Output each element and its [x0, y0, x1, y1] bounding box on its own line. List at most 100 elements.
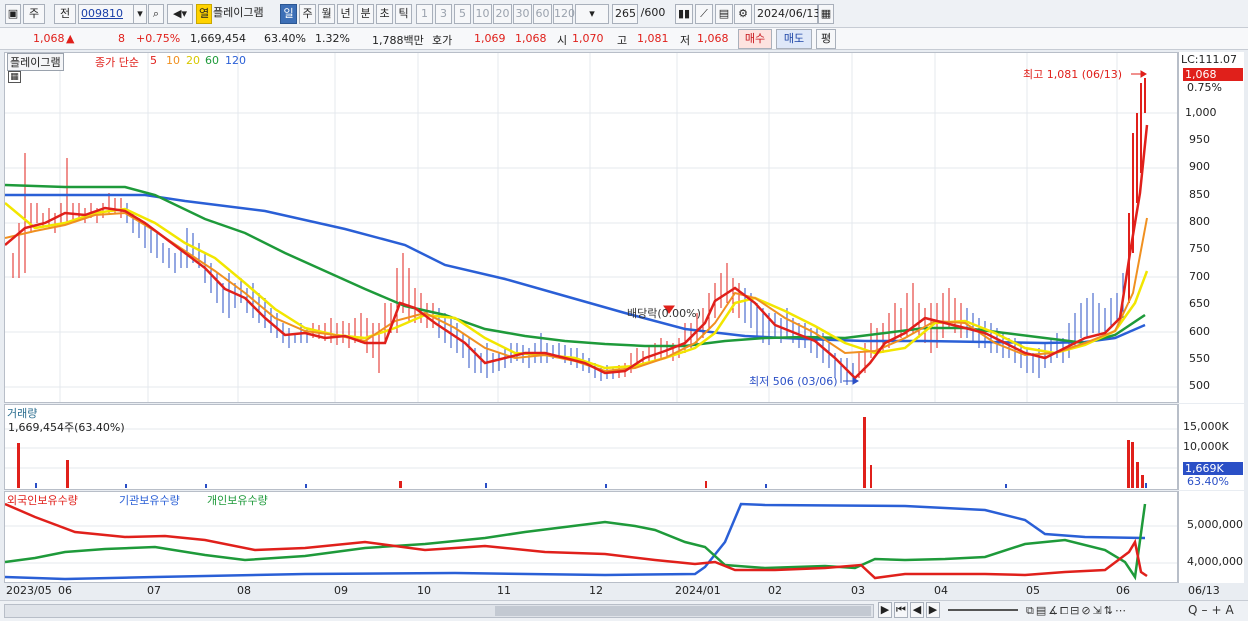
play-icon[interactable]: ▶ — [878, 602, 892, 618]
prev-icon[interactable]: ◀ — [910, 602, 924, 618]
chevron-down-icon[interactable]: ▾ — [133, 4, 147, 24]
next-icon[interactable]: ▶ — [926, 602, 940, 618]
ytick: 15,000K — [1183, 420, 1229, 433]
volume-value: 1,669,454주(63.40%) — [8, 421, 125, 434]
toolbar: ▣ 주 전 009810 ▾ ⌕ ◀▾ 열 플레이그램 일 주 월 년 분 초 … — [0, 0, 1248, 28]
ytick: 10,000K — [1183, 440, 1229, 453]
ma120-label: 120 — [225, 54, 246, 67]
first-icon[interactable]: ⏮ — [894, 602, 908, 618]
hoga-label: 호가 — [432, 34, 453, 47]
tool-icons[interactable]: ⧉▤∡⧠⊟⊘⇲⇅⋯ — [1026, 604, 1128, 618]
hoga-ask: 1,069 — [474, 32, 506, 45]
xlabel-right: 06/13 — [1188, 584, 1220, 597]
ma60-label: 60 — [205, 54, 219, 67]
stock-tag: 플레이그램 — [7, 53, 64, 71]
bottom-bar: ▶ ⏮ ◀ ▶ ⧉▤∡⧠⊟⊘⇲⇅⋯ Q–+A — [0, 600, 1248, 621]
interval-60[interactable]: 60 — [533, 4, 552, 24]
low-note: 최저 506 (03/06) — [749, 375, 838, 388]
ytick: 1,000 — [1185, 106, 1217, 119]
count-input[interactable]: 265 — [612, 4, 638, 24]
price-axis: LC:111.07 1,068 0.75% 1,000 950 900 850 … — [1178, 52, 1244, 403]
ma20-label: 20 — [186, 54, 200, 67]
tab-second[interactable]: 초 — [376, 4, 393, 24]
low-price: 1,068 — [697, 32, 729, 45]
hoga-bid: 1,068 — [515, 32, 547, 45]
ma-legend-prefix: 종가 단순 — [95, 56, 139, 69]
current-price: 1,068 — [33, 32, 65, 45]
table-icon[interactable]: ▦ — [8, 71, 21, 83]
ytick: 5,000,000 — [1187, 518, 1243, 531]
tab-tick[interactable]: 틱 — [395, 4, 412, 24]
ytick: 900 — [1189, 160, 1210, 173]
xlabel: 04 — [934, 584, 948, 597]
code-input[interactable]: 009810 — [78, 4, 136, 24]
dividend-note: 배당락(0.00%) — [627, 307, 701, 320]
open-button[interactable]: 열 — [196, 4, 212, 24]
candle-icon[interactable]: ▮▮ — [675, 4, 693, 24]
volume-svg — [5, 417, 1177, 488]
zoom-controls[interactable]: Q–+A — [1188, 603, 1238, 617]
speaker-icon[interactable]: ◀▾ — [167, 4, 193, 24]
last-price-tag: 1,068 — [1183, 68, 1243, 81]
tab-day[interactable]: 일 — [280, 4, 297, 24]
xlabel: 2023/05 — [6, 584, 52, 597]
volume-percent: 63.40% — [264, 32, 306, 45]
volume-last-tag: 1,669K — [1183, 462, 1243, 475]
pct-tag: 0.75% — [1187, 81, 1222, 94]
tab-minute[interactable]: 분 — [357, 4, 374, 24]
price-chart-svg — [5, 53, 1177, 402]
trade-amount: 1,788백만 — [372, 34, 424, 47]
xlabel: 10 — [417, 584, 431, 597]
horizontal-scrollbar[interactable] — [4, 604, 874, 618]
interval-10[interactable]: 10 — [473, 4, 492, 24]
interval-30[interactable]: 30 — [513, 4, 532, 24]
tab-month[interactable]: 월 — [318, 4, 335, 24]
ytick: 650 — [1189, 297, 1210, 310]
xlabel: 06 — [1116, 584, 1130, 597]
zoom-slider[interactable] — [948, 609, 1018, 611]
ytick: 550 — [1189, 352, 1210, 365]
ytick: 500 — [1189, 379, 1210, 392]
turnover-rate: 1.32% — [315, 32, 350, 45]
interval-1[interactable]: 1 — [416, 4, 433, 24]
flat-button[interactable]: 평 — [816, 29, 836, 49]
up-arrow-icon: ▲ — [66, 32, 75, 45]
interval-3[interactable]: 3 — [435, 4, 452, 24]
holdings-panel[interactable]: 외국인보유수량 기관보유수량 개인보유수량 — [4, 491, 1178, 583]
date-input[interactable]: 2024/06/13 — [754, 4, 820, 24]
open-label: 시 — [557, 34, 568, 47]
high-price: 1,081 — [637, 32, 669, 45]
stock-name: 플레이그램 — [213, 6, 264, 19]
quote-bar: 1,068 ▲ 8 +0.75% 1,669,454 63.40% 1.32% … — [0, 28, 1248, 50]
change-percent: +0.75% — [136, 32, 181, 45]
holdings-svg — [5, 502, 1177, 581]
xlabel: 08 — [237, 584, 251, 597]
sell-button[interactable]: 매도 — [776, 29, 812, 49]
tab-week[interactable]: 주 — [299, 4, 316, 24]
save-icon[interactable]: ▤ — [715, 4, 733, 24]
xlabel: 09 — [334, 584, 348, 597]
open-price: 1,070 — [572, 32, 604, 45]
interval-20[interactable]: 20 — [493, 4, 512, 24]
buy-button[interactable]: 매수 — [738, 29, 772, 49]
tab-year[interactable]: 년 — [337, 4, 354, 24]
volume-axis: 15,000K 10,000K 1,669K 63.40% — [1178, 404, 1244, 490]
interval-120[interactable]: 120 — [553, 4, 575, 24]
scroll-thumb[interactable] — [495, 606, 871, 616]
interval-5[interactable]: 5 — [454, 4, 471, 24]
legend-institution: 기관보유수량 — [119, 494, 180, 507]
layout-icon[interactable]: ▣ — [5, 4, 21, 24]
ytick: 700 — [1189, 270, 1210, 283]
price-chart-panel[interactable]: 플레이그램 종가 단순 5 10 20 60 120 ▦ 최고 1,081 (0… — [4, 52, 1178, 403]
mode-select[interactable]: 주 — [23, 4, 45, 24]
line-icon[interactable]: ⟋ — [695, 4, 713, 24]
low-label: 저 — [680, 34, 691, 47]
gear-icon[interactable]: ⚙ — [734, 4, 752, 24]
ytick: 800 — [1189, 215, 1210, 228]
search-icon[interactable]: ⌕ — [148, 4, 164, 24]
calendar-icon[interactable]: ▦ — [818, 4, 834, 24]
custom-interval-select[interactable]: ▾ — [575, 4, 609, 24]
prev-button[interactable]: 전 — [54, 4, 76, 24]
high-label: 고 — [617, 34, 628, 47]
volume-panel[interactable]: 거래량 1,669,454주(63.40%) — [4, 404, 1178, 490]
